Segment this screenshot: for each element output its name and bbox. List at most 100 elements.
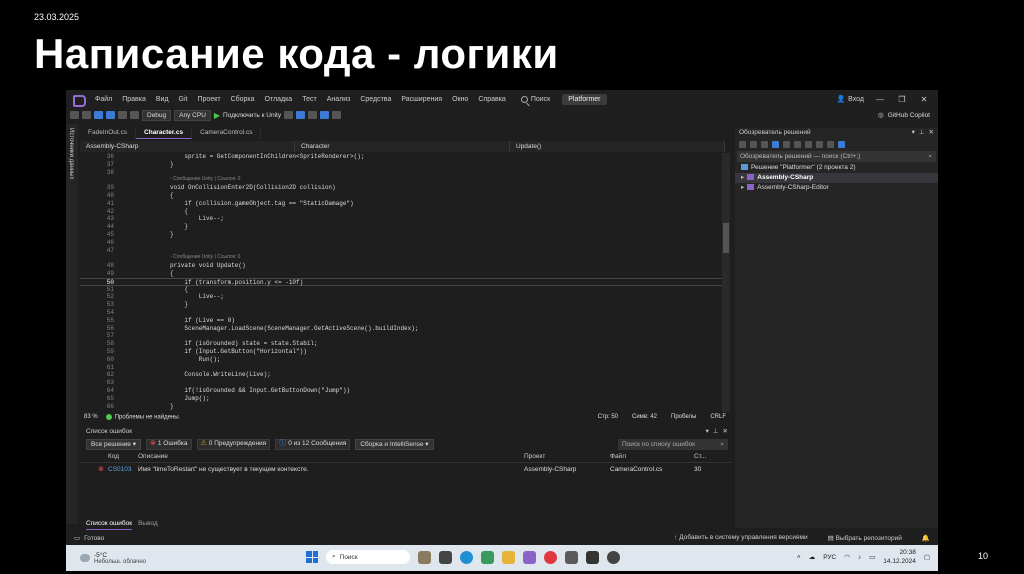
app-store-icon[interactable] bbox=[481, 550, 494, 564]
back-icon[interactable] bbox=[70, 111, 79, 119]
preview-icon[interactable] bbox=[838, 140, 845, 148]
menu-extensions[interactable]: Расширения bbox=[396, 96, 447, 103]
expand-arrow-icon[interactable]: ▸ bbox=[741, 184, 744, 191]
code-line[interactable]: 59 if (Input.GetButton("Horizontal")) bbox=[80, 348, 725, 356]
whitespace-indicator[interactable]: Пробелы bbox=[671, 414, 696, 420]
code-line[interactable]: 54 bbox=[80, 309, 725, 317]
solution-search-input[interactable]: Обозреватель решений — поиск (Ctrl+;) ⌕ bbox=[737, 151, 936, 162]
app-github-icon[interactable] bbox=[607, 550, 620, 564]
undo-icon[interactable] bbox=[118, 111, 127, 119]
solution-root[interactable]: Решение "Platformer" (2 проекта 2) bbox=[735, 163, 938, 173]
chevron-down-icon[interactable]: ▾ bbox=[706, 426, 709, 437]
wifi-icon[interactable]: ◠ bbox=[844, 553, 850, 561]
errors-filter-button[interactable]: ⊗ 1 Ошибка bbox=[145, 438, 192, 450]
refresh-icon[interactable] bbox=[783, 140, 790, 148]
code-line[interactable]: 58 if (isGrounded) state = state.Stabil; bbox=[80, 340, 725, 348]
code-line[interactable]: 43 Live--; bbox=[80, 215, 725, 223]
app-game-icon[interactable] bbox=[565, 550, 578, 564]
code-editor[interactable]: 36 sprite = GetComponentInChildren<Sprit… bbox=[80, 153, 725, 412]
tab-cameracontrol[interactable]: CameraControl.cs bbox=[192, 128, 262, 139]
error-code-link[interactable]: CS0103 bbox=[108, 466, 132, 473]
code-line[interactable]: 64 if(!isGrounded && Input.GetButtonDown… bbox=[80, 387, 725, 395]
run-unity-button[interactable]: Подключить к Unity bbox=[223, 112, 281, 119]
select-repo-button[interactable]: ▤ Выбрать репозиторий bbox=[828, 534, 902, 542]
app-edge-icon[interactable] bbox=[460, 550, 473, 564]
code-line[interactable]: 46 bbox=[80, 239, 725, 247]
menu-help[interactable]: Справка bbox=[473, 96, 510, 103]
code-line[interactable]: 44 } bbox=[80, 223, 725, 231]
forward-icon[interactable] bbox=[82, 111, 91, 119]
scope-dropdown[interactable]: Все решение ▾ bbox=[86, 438, 141, 450]
close-icon[interactable]: ✕ bbox=[929, 128, 934, 138]
notification-icon[interactable]: ▢ bbox=[924, 553, 930, 561]
menu-edit[interactable]: Правка bbox=[117, 96, 151, 103]
tool-icon[interactable] bbox=[296, 111, 306, 119]
platform-dropdown[interactable]: Any CPU bbox=[174, 109, 211, 121]
cloud-sync-icon[interactable]: ☁ bbox=[809, 553, 816, 561]
tab-error-list[interactable]: Список ошибок bbox=[86, 518, 133, 530]
add-to-source-control-button[interactable]: ↑ Добавить в систему управления версиями bbox=[674, 534, 807, 542]
tree-item-assembly-csharp[interactable]: ▸ Assembly-CSharp bbox=[735, 173, 938, 183]
code-line[interactable]: 40 { bbox=[80, 192, 725, 200]
code-line[interactable]: 52 Live--; bbox=[80, 293, 725, 301]
code-line[interactable]: 60 Run(); bbox=[80, 356, 725, 364]
app-unity-icon[interactable] bbox=[439, 550, 452, 564]
code-line[interactable]: 50 if (transform.position.y <= -10f) bbox=[80, 277, 725, 286]
code-line[interactable]: 53 } bbox=[80, 301, 725, 309]
taskbar-search[interactable]: ⌕ Поиск bbox=[326, 550, 410, 564]
back-icon[interactable] bbox=[739, 140, 746, 148]
column-file[interactable]: Файл bbox=[610, 453, 626, 460]
app-visual-studio-icon[interactable] bbox=[523, 550, 536, 564]
menu-git[interactable]: Git bbox=[174, 96, 193, 103]
editor-scroll-thumb[interactable] bbox=[723, 223, 729, 253]
menu-file[interactable]: Файл bbox=[90, 96, 117, 103]
collapse-icon[interactable] bbox=[794, 140, 801, 148]
menu-search-button[interactable]: Поиск bbox=[515, 95, 556, 103]
redo-icon[interactable] bbox=[130, 111, 139, 119]
code-line[interactable]: 47 bbox=[80, 247, 725, 255]
login-button[interactable]: 👤 Вход bbox=[836, 95, 864, 104]
new-file-icon[interactable] bbox=[94, 111, 103, 119]
code-line[interactable]: 41 if (collision.gameObject.tag == "Stat… bbox=[80, 200, 725, 208]
format-icon[interactable] bbox=[308, 111, 318, 119]
code-line[interactable]: 61 bbox=[80, 364, 725, 372]
build-filter-dropdown[interactable]: Сборка и IntelliSense ▾ bbox=[355, 438, 434, 450]
pin-icon[interactable]: ⊥ bbox=[919, 128, 925, 138]
home-icon[interactable] bbox=[761, 140, 768, 148]
battery-icon[interactable]: ▭ bbox=[869, 553, 875, 561]
wrench-icon[interactable] bbox=[827, 140, 834, 148]
chevron-up-icon[interactable]: ˄ bbox=[797, 554, 801, 561]
app-eagle-icon[interactable] bbox=[418, 550, 431, 564]
column-line[interactable]: Ст... bbox=[694, 453, 706, 460]
menu-debug[interactable]: Отладка bbox=[260, 96, 298, 103]
show-all-icon[interactable] bbox=[805, 140, 812, 148]
eol-indicator[interactable]: CRLF bbox=[710, 414, 726, 420]
tab-output[interactable]: Вывод bbox=[138, 518, 158, 530]
code-line[interactable]: 51 { bbox=[80, 286, 725, 294]
codelens-line[interactable]: ◦ Сообщение Unity | Ссылок: 0 bbox=[80, 176, 725, 184]
close-button[interactable]: ✕ bbox=[918, 95, 930, 104]
menu-analyze[interactable]: Анализ bbox=[322, 96, 356, 103]
tree-item-assembly-csharp-editor[interactable]: ▸ Assembly-CSharp-Editor bbox=[735, 183, 938, 193]
error-search-input[interactable]: Поиск по списку ошибок ⌕ bbox=[618, 438, 728, 450]
data-sources-tab[interactable]: Источники данных bbox=[68, 128, 74, 179]
code-line[interactable]: 57 bbox=[80, 332, 725, 340]
code-line[interactable]: 37} bbox=[80, 161, 725, 169]
code-line[interactable]: 66} bbox=[80, 403, 725, 411]
column-project[interactable]: Проект bbox=[524, 453, 545, 460]
code-line[interactable]: 45} bbox=[80, 231, 725, 239]
app-yandex-icon[interactable] bbox=[544, 550, 557, 564]
issues-indicator[interactable]: Проблемы не найдены. bbox=[105, 413, 180, 420]
messages-filter-button[interactable]: ⓘ 0 из 12 Сообщения bbox=[275, 438, 351, 450]
menu-window[interactable]: Окно bbox=[447, 96, 473, 103]
minimize-button[interactable]: — bbox=[874, 95, 886, 104]
member-dropdown[interactable]: Update() bbox=[510, 141, 725, 152]
editor-scrollbar[interactable] bbox=[722, 153, 730, 412]
forward-icon[interactable] bbox=[750, 140, 757, 148]
sync-icon[interactable] bbox=[772, 140, 779, 148]
app-explorer-icon[interactable] bbox=[502, 550, 515, 564]
close-icon[interactable]: ✕ bbox=[723, 426, 728, 437]
menu-test[interactable]: Тест bbox=[297, 96, 321, 103]
expand-arrow-icon[interactable]: ▸ bbox=[741, 174, 744, 181]
play-icon[interactable]: ▶ bbox=[214, 111, 220, 120]
